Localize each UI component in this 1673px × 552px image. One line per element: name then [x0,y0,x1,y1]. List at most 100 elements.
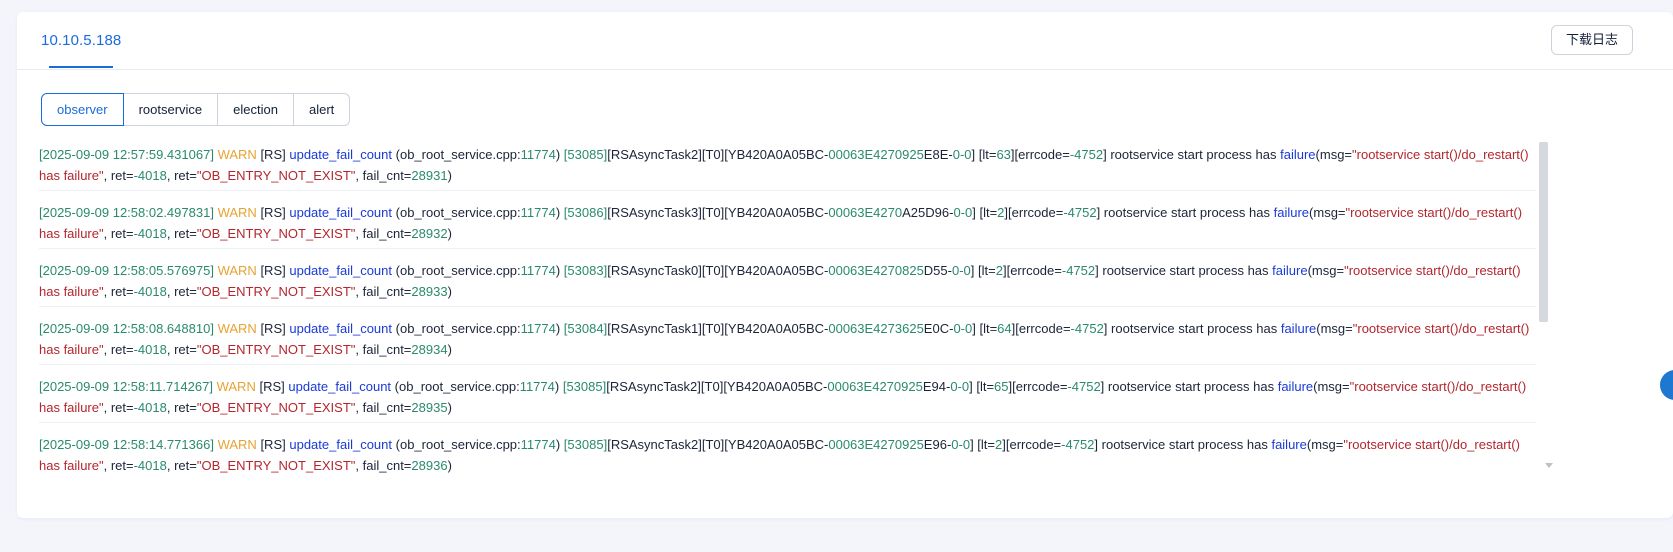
log-ret-num: -4018 [133,284,167,299]
log-trace-prefix: [YB420A0A05BC- [724,263,829,278]
log-trace-mid: E4270925 [863,379,923,394]
log-errcode: -4752 [1061,263,1096,278]
log-trace-end: E94 [922,379,946,394]
log-module: [RS] [260,437,286,452]
log-thread-name: RSAsyncTask1 [610,321,699,336]
log-ret-num: -4018 [133,400,167,415]
log-thread-name: RSAsyncTask0 [610,263,699,278]
log-timestamp: [2025-09-09 12:58:11.714267] [39,379,213,394]
log-ret-string: "OB_ENTRY_NOT_EXIST" [196,458,356,473]
log-message: rootservice start process has [1101,437,1268,452]
log-thread-id: 53085 [567,147,604,162]
log-fail-count: 28931 [411,168,448,183]
log-function: update_fail_count [289,205,393,220]
log-source-line: 11774 [520,147,556,162]
log-level: WARN [217,147,257,162]
log-timestamp: [2025-09-09 12:58:05.576975] [39,263,214,278]
log-trace-mid: E4270925 [864,437,924,452]
log-timestamp: [2025-09-09 12:58:02.497831] [39,205,214,220]
log-panel: 10.10.5.188 下载日志 observer rootservice el… [17,12,1673,518]
tab-alert[interactable]: alert [292,93,351,126]
log-entry: [2025-09-09 12:58:14.771366] WARN [RS] u… [39,437,1520,473]
log-errcode: -4752 [1063,205,1097,220]
log-module: [RS] [260,147,286,162]
log-module: [RS] [260,205,286,220]
log-lt: 64 [997,321,1012,336]
log-source-file: (ob_root_service.cpp: [394,379,520,394]
tab-election[interactable]: election [217,93,294,126]
log-trace-mid: E4273625 [864,321,924,336]
log-trace-end: E8E [923,147,949,162]
log-failure: failure [1277,379,1314,394]
log-trace-prefix: [YB420A0A05BC- [724,321,829,336]
log-trace-num: 00063 [827,379,864,394]
log-level: WARN [217,321,257,336]
log-timestamp: [2025-09-09 12:58:14.771366] [39,437,214,452]
log-lt: 63 [996,147,1011,162]
log-function: update_fail_count [288,379,392,394]
log-trace-num: 00063 [828,205,865,220]
log-failure: failure [1272,263,1308,278]
log-message: rootservice start process has [1111,321,1278,336]
log-thread-id: 53084 [567,321,604,336]
log-fail-count: 28934 [411,342,448,357]
log-source-file: (ob_root_service.cpp: [395,147,521,162]
log-entry: [2025-09-09 12:58:05.576975] WARN [RS] u… [39,249,1536,307]
log-failure: failure [1273,205,1310,220]
log-thread-id: 53083 [567,263,604,278]
log-level: WARN [216,379,256,394]
tab-observer[interactable]: observer [41,93,124,126]
log-timestamp: [2025-09-09 12:58:08.648810] [39,321,214,336]
log-module: [RS] [259,379,285,394]
scrollbar-thumb[interactable] [1539,142,1548,322]
log-source-line: 11774 [520,205,556,220]
scroll-down-arrow-icon[interactable] [1545,463,1553,468]
log-trace-num: 00063 [828,321,865,336]
log-scrollbar[interactable] [1537,142,1548,474]
log-ret-num: -4018 [133,342,167,357]
tab-rootservice[interactable]: rootservice [122,93,219,126]
log-tenant: [T0] [701,263,725,278]
log-fail-count: 28933 [411,284,448,299]
log-module: [RS] [260,263,286,278]
log-list[interactable]: [2025-09-09 12:57:59.431067] WARN [RS] u… [39,133,1536,478]
log-type-tabs: observer rootservice election alert [41,93,351,126]
log-trace-tail: 0-0 [953,205,973,220]
log-ret-num: -4018 [133,168,167,183]
log-failure: failure [1271,437,1307,452]
log-trace-end: D55 [923,263,948,278]
log-trace-num: 00063 [828,263,865,278]
log-thread-id: 53086 [567,205,604,220]
log-trace-end: A25D96 [902,205,950,220]
log-errcode: -4752 [1070,321,1104,336]
log-trace-prefix: [YB420A0A05BC- [724,205,829,220]
log-errcode: -4752 [1069,147,1104,162]
log-source-line: 11774 [520,321,556,336]
log-failure: failure [1280,321,1317,336]
log-tenant: [T0] [701,205,725,220]
log-trace-mid: E4270825 [864,263,924,278]
log-fail-count: 28932 [411,226,448,241]
log-source-line: 11774 [519,379,555,394]
tab-host[interactable]: 10.10.5.188 [41,32,121,49]
log-entry: [2025-09-09 12:58:08.648810] WARN [RS] u… [39,307,1536,365]
log-thread-name: RSAsyncTask2 [609,379,698,394]
log-function: update_fail_count [289,147,393,162]
download-log-button[interactable]: 下载日志 [1550,25,1633,55]
log-errcode: -4752 [1061,437,1095,452]
log-message: rootservice start process has [1107,379,1275,394]
log-failure: failure [1280,147,1316,162]
log-trace-tail: 0-0 [952,147,972,162]
log-tenant: [T0] [701,321,725,336]
log-entry: [2025-09-09 12:58:02.497831] WARN [RS] u… [39,191,1536,249]
log-entry: [2025-09-09 12:57:59.431067] WARN [RS] u… [39,133,1536,191]
log-tenant: [T0] [700,379,724,394]
log-function: update_fail_count [289,263,393,278]
log-trace-mid: E4270 [864,205,903,220]
host-tabbar: 10.10.5.188 下载日志 [17,12,1673,70]
log-function: update_fail_count [289,437,393,452]
log-source-file: (ob_root_service.cpp: [395,321,521,336]
log-trace-num: 00063 [828,147,865,162]
log-trace-end: E0C [923,321,950,336]
log-level: WARN [217,263,257,278]
